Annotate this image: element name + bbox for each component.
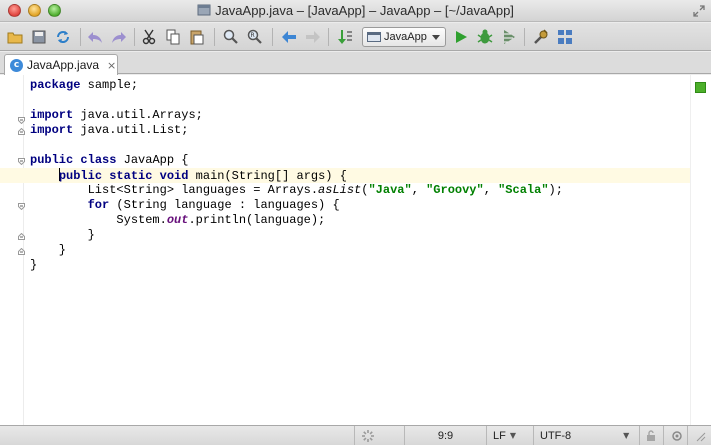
memory-indicator[interactable] (687, 426, 711, 445)
forward-icon[interactable] (304, 28, 322, 46)
line-separator-label: LF (493, 429, 506, 442)
inspector-toggle[interactable] (663, 426, 687, 445)
toolbar-separator (80, 28, 81, 46)
chevron-down-icon (432, 34, 440, 40)
encoding-selector[interactable]: UTF-8 ▼ (533, 426, 639, 445)
code-line: import java.util.Arrays; (30, 108, 203, 122)
project-structure-icon[interactable] (556, 28, 574, 46)
code-line: package sample; (30, 78, 139, 92)
code-line: import java.util.List; (30, 123, 189, 137)
coverage-icon[interactable] (500, 28, 518, 46)
window-title: JavaApp.java – [JavaApp] – JavaApp – [~/… (215, 3, 514, 18)
editor-tab-bar: c JavaApp.java × (0, 52, 711, 75)
build-icon[interactable] (336, 28, 354, 46)
tab-javaapp-java[interactable]: c JavaApp.java × (4, 54, 118, 75)
close-tab-icon[interactable]: × (107, 59, 116, 72)
settings-icon[interactable] (532, 28, 550, 46)
find-icon[interactable] (222, 28, 240, 46)
code-line: } (30, 258, 38, 272)
code-line: for (String language : languages) { (87, 198, 340, 212)
code-line: public static void main(String[] args) { (0, 168, 690, 183)
code-line: } (30, 243, 67, 257)
status-bar: 9:9 LF ▼ UTF-8 ▼ (0, 425, 711, 445)
open-folder-icon[interactable] (6, 28, 24, 46)
line-separator-selector[interactable]: LF ▼ (486, 426, 533, 445)
run-configuration-label: JavaApp (384, 31, 427, 43)
inspector-icon (672, 430, 682, 441)
run-icon[interactable] (452, 28, 470, 46)
java-class-icon: c (10, 58, 23, 72)
copy-icon[interactable] (164, 28, 182, 46)
cut-icon[interactable] (140, 28, 158, 46)
background-tasks-icon[interactable] (361, 429, 375, 443)
toolbar-separator (524, 28, 525, 46)
chevron-down-icon: ▼ (623, 431, 630, 440)
error-stripe (690, 75, 711, 425)
toolbar-separator (272, 28, 273, 46)
lock-toggle[interactable] (639, 426, 663, 445)
code-editor[interactable]: package sample; import java.util.Arrays;… (0, 75, 711, 425)
replace-icon[interactable]: R (246, 28, 264, 46)
code-line: System.out.println(language); (30, 213, 326, 227)
run-configuration-dropdown[interactable]: JavaApp (362, 27, 446, 47)
svg-text:R: R (251, 32, 255, 39)
run-configuration-icon (367, 32, 381, 42)
code-area[interactable]: package sample; import java.util.Arrays;… (0, 78, 690, 273)
caret-position[interactable]: 9:9 (404, 426, 486, 445)
main-toolbar: R JavaApp (0, 23, 711, 51)
resize-grip-icon (696, 432, 706, 441)
tab-label: JavaApp.java (27, 58, 100, 72)
lock-icon (647, 429, 655, 441)
debug-icon[interactable] (476, 28, 494, 46)
paste-icon[interactable] (188, 28, 206, 46)
inspection-ok-icon[interactable] (695, 82, 706, 93)
redo-icon[interactable] (110, 28, 128, 46)
window-title-area: JavaApp.java – [JavaApp] – JavaApp – [~/… (0, 3, 711, 18)
document-icon (197, 4, 211, 16)
code-line: public class JavaApp { (30, 153, 189, 167)
sync-icon[interactable] (54, 28, 72, 46)
code-line: List<String> languages = Arrays.asList("… (30, 183, 563, 197)
progress-cell (354, 426, 404, 445)
code-line: } (30, 228, 95, 242)
caret-position-label: 9:9 (437, 429, 454, 442)
encoding-label: UTF-8 (540, 429, 572, 442)
toolbar-separator (328, 28, 329, 46)
title-bar: JavaApp.java – [JavaApp] – JavaApp – [~/… (0, 0, 711, 22)
save-icon[interactable] (30, 28, 48, 46)
chevron-down-icon: ▼ (509, 431, 516, 440)
toolbar-separator (214, 28, 215, 46)
back-icon[interactable] (280, 28, 298, 46)
fullscreen-icon[interactable] (693, 5, 705, 17)
toolbar-separator (134, 28, 135, 46)
undo-icon[interactable] (86, 28, 104, 46)
